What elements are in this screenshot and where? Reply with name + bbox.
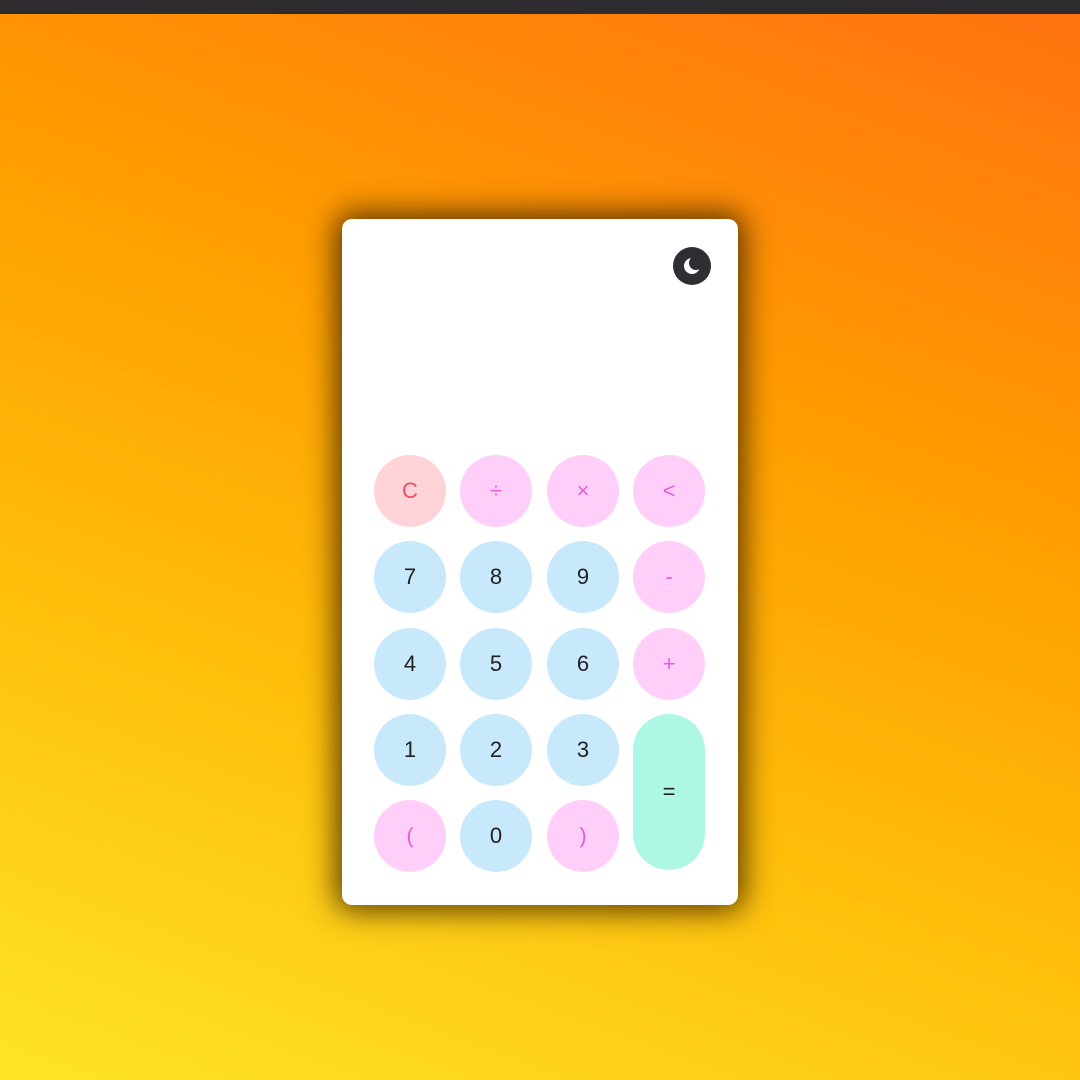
equals-button[interactable]: = <box>633 714 705 870</box>
clear-button[interactable]: C <box>374 455 446 527</box>
multiply-button[interactable]: × <box>547 455 619 527</box>
digit-6-button[interactable]: 6 <box>547 628 619 700</box>
digit-4-button[interactable]: 4 <box>374 628 446 700</box>
minus-button[interactable]: - <box>633 541 705 613</box>
calculator-display <box>374 309 706 439</box>
calculator-panel: C ÷ × < 7 8 9 - 4 5 6 + 1 2 3 = ( 0 ) <box>342 219 738 905</box>
divide-button[interactable]: ÷ <box>460 455 532 527</box>
close-paren-button[interactable]: ) <box>547 800 619 872</box>
digit-3-button[interactable]: 3 <box>547 714 619 786</box>
browser-top-bar <box>0 0 1080 14</box>
theme-toggle-button[interactable] <box>673 247 711 285</box>
digit-2-button[interactable]: 2 <box>460 714 532 786</box>
moon-icon <box>684 256 702 274</box>
digit-1-button[interactable]: 1 <box>374 714 446 786</box>
backspace-button[interactable]: < <box>633 455 705 527</box>
digit-9-button[interactable]: 9 <box>547 541 619 613</box>
digit-7-button[interactable]: 7 <box>374 541 446 613</box>
digit-5-button[interactable]: 5 <box>460 628 532 700</box>
open-paren-button[interactable]: ( <box>374 800 446 872</box>
plus-button[interactable]: + <box>633 628 705 700</box>
digit-8-button[interactable]: 8 <box>460 541 532 613</box>
digit-0-button[interactable]: 0 <box>460 800 532 872</box>
